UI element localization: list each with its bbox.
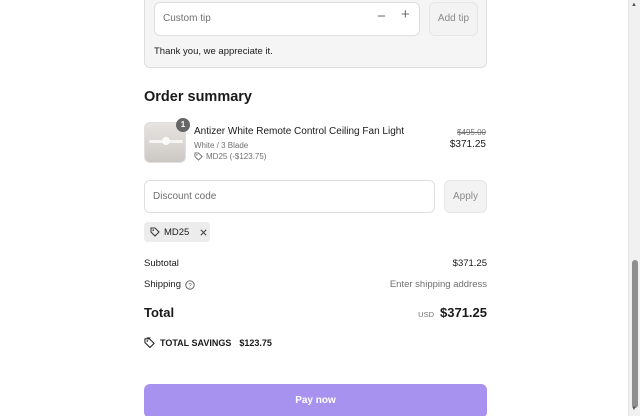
tag-icon [150, 227, 160, 237]
scroll-up-icon[interactable]: ▲ [631, 2, 637, 8]
fan-hub [162, 137, 170, 145]
discount-code-placeholder: Discount code [153, 191, 217, 202]
product-variant: White / 3 Blade [194, 141, 249, 150]
custom-tip-input[interactable]: Custom tip − + [154, 2, 420, 36]
total-currency: USD [418, 310, 434, 319]
tip-thanks-text: Thank you, we appreciate it. [154, 46, 273, 57]
product-discount-label: MD25 (-$123.75) [206, 152, 267, 161]
sale-price: $371.25 [449, 139, 486, 150]
minus-icon[interactable]: − [377, 8, 386, 25]
shipping-value: Enter shipping address [389, 279, 487, 290]
scroll-down-icon[interactable]: ▼ [631, 406, 637, 412]
tag-icon [194, 152, 203, 161]
subtotal-label: Subtotal [144, 258, 179, 269]
discount-code-input[interactable]: Discount code [144, 180, 435, 213]
applied-code-chip: MD25 [144, 222, 210, 242]
custom-tip-placeholder: Custom tip [163, 13, 211, 24]
scrollbar[interactable]: ▲ ▼ [628, 0, 640, 416]
plus-icon[interactable]: + [401, 6, 410, 23]
total-value: USD $371.25 [418, 305, 487, 320]
total-savings-value: $123.75 [239, 337, 272, 348]
order-summary-title: Order summary [144, 89, 252, 105]
quantity-badge: 1 [176, 118, 190, 132]
shipping-row-label: Shipping ? [144, 279, 195, 290]
add-tip-button[interactable]: Add tip [429, 2, 478, 36]
total-savings: TOTAL SAVINGS $123.75 [144, 337, 272, 348]
subtotal-value: $371.25 [452, 258, 487, 269]
product-name: Antizer White Remote Control Ceiling Fan… [194, 126, 405, 137]
scroll-thumb[interactable] [632, 260, 638, 408]
product-discount: MD25 (-$123.75) [194, 152, 266, 161]
fan-blade-right [169, 140, 183, 143]
help-icon[interactable]: ? [185, 279, 195, 290]
tag-icon [144, 337, 155, 348]
applied-code-label: MD25 [164, 226, 190, 238]
pay-now-button[interactable]: Pay now [144, 384, 487, 416]
original-price: $495.00 [457, 128, 486, 137]
total-amount: $371.25 [440, 305, 487, 320]
fan-blade-left [149, 140, 163, 143]
total-label: Total [144, 305, 175, 320]
apply-discount-button[interactable]: Apply [444, 180, 487, 213]
close-icon[interactable] [199, 228, 208, 237]
total-savings-label: TOTAL SAVINGS [160, 337, 232, 348]
tip-panel: Custom tip − + Add tip Thank you, we app… [144, 0, 487, 68]
shipping-label: Shipping [144, 279, 181, 290]
